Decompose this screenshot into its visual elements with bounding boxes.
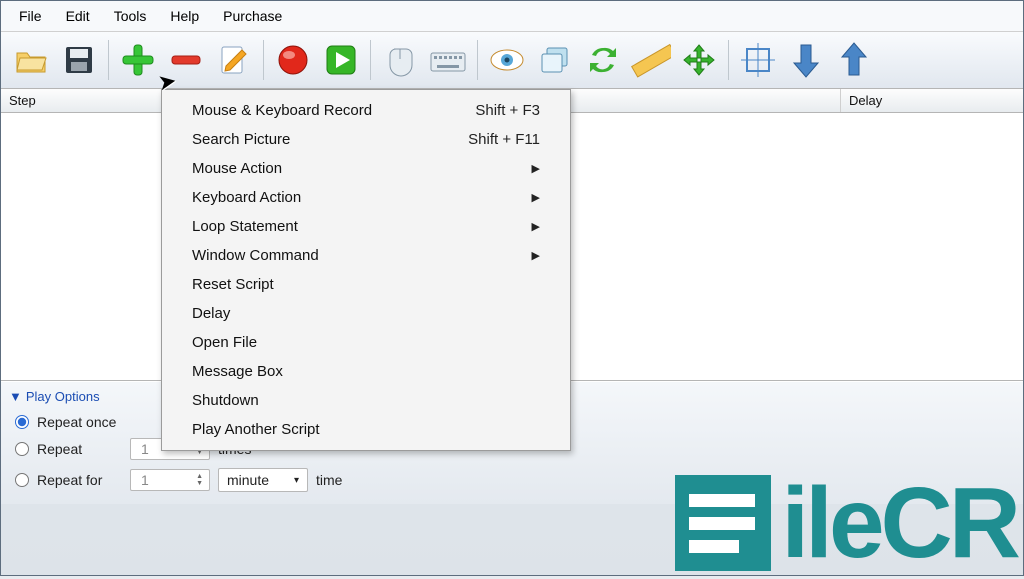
ruler-button[interactable] [629,38,673,82]
menuitem-shortcut: Shift + F11 [468,131,540,148]
watermark-logo-icon [675,475,771,571]
menuitem-label: Keyboard Action [192,189,301,206]
down-button[interactable] [784,38,828,82]
add-action-dropdown: Mouse & Keyboard Record Shift + F3 Searc… [161,89,571,451]
menuitem-search-picture[interactable]: Search Picture Shift + F11 [164,125,568,154]
remove-button[interactable] [164,38,208,82]
menuitem-label: Loop Statement [192,218,298,235]
submenu-arrow-icon: ▶ [532,191,540,204]
menuitem-mouse-action[interactable]: Mouse Action ▶ [164,154,568,183]
menuitem-label: Reset Script [192,276,274,293]
col-delay[interactable]: Delay [841,89,1023,112]
menubar: File Edit Tools Help Purchase [1,1,1023,32]
menuitem-reset-script[interactable]: Reset Script [164,270,568,299]
add-button[interactable] [116,38,160,82]
play-button[interactable] [319,38,363,82]
refresh-button[interactable] [581,38,625,82]
open-button[interactable] [9,38,53,82]
windows-button[interactable] [533,38,577,82]
menuitem-shutdown[interactable]: Shutdown [164,386,568,415]
menuitem-shortcut: Shift + F3 [475,102,540,119]
menuitem-open-file[interactable]: Open File [164,328,568,357]
label-repeat-once: Repeat once [37,414,116,430]
menuitem-mouse-keyboard-record[interactable]: Mouse & Keyboard Record Shift + F3 [164,96,568,125]
radio-repeat-for[interactable] [15,473,29,487]
chevron-down-icon: ▾ [294,475,299,486]
submenu-arrow-icon: ▶ [532,220,540,233]
repeat-for-value: 1 [141,472,149,488]
menuitem-label: Message Box [192,363,283,380]
separator [477,40,478,80]
repeat-for-spinner[interactable]: 1 ▲▼ [130,469,210,491]
submenu-arrow-icon: ▶ [532,249,540,262]
menu-edit[interactable]: Edit [54,4,102,28]
save-button[interactable] [57,38,101,82]
collapse-icon: ▼ [9,389,22,404]
menuitem-label: Delay [192,305,230,322]
menuitem-delay[interactable]: Delay [164,299,568,328]
toolbar [1,32,1023,89]
up-button[interactable] [832,38,876,82]
watermark-text: ileCR [781,478,1017,568]
repeat-times-value: 1 [141,441,149,457]
time-unit-combo[interactable]: minute ▾ [218,468,308,492]
menuitem-window-command[interactable]: Window Command ▶ [164,241,568,270]
watermark: ileCR [675,475,1017,571]
bounds-button[interactable] [736,38,780,82]
keyboard-button[interactable] [426,38,470,82]
menu-file[interactable]: File [7,4,54,28]
radio-repeat-once[interactable] [15,415,29,429]
separator [728,40,729,80]
menuitem-label: Search Picture [192,131,290,148]
separator [370,40,371,80]
menuitem-label: Mouse & Keyboard Record [192,102,372,119]
menuitem-label: Open File [192,334,257,351]
menu-purchase[interactable]: Purchase [211,4,294,28]
menuitem-label: Play Another Script [192,421,320,438]
mouse-button[interactable] [378,38,422,82]
menuitem-label: Mouse Action [192,160,282,177]
spinner-arrows-icon: ▲▼ [196,473,203,487]
radio-repeat[interactable] [15,442,29,456]
view-button[interactable] [485,38,529,82]
menuitem-play-another-script[interactable]: Play Another Script [164,415,568,444]
label-repeat: Repeat [37,441,122,457]
play-options-title: Play Options [26,389,100,404]
submenu-arrow-icon: ▶ [532,162,540,175]
menuitem-label: Window Command [192,247,319,264]
menu-help[interactable]: Help [158,4,211,28]
move-button[interactable] [677,38,721,82]
label-time: time [316,472,342,488]
time-unit-value: minute [227,472,269,488]
separator [108,40,109,80]
menuitem-keyboard-action[interactable]: Keyboard Action ▶ [164,183,568,212]
separator [263,40,264,80]
label-repeat-for: Repeat for [37,472,122,488]
edit-button[interactable] [212,38,256,82]
menuitem-loop-statement[interactable]: Loop Statement ▶ [164,212,568,241]
menuitem-label: Shutdown [192,392,259,409]
menuitem-message-box[interactable]: Message Box [164,357,568,386]
record-button[interactable] [271,38,315,82]
menu-tools[interactable]: Tools [102,4,159,28]
